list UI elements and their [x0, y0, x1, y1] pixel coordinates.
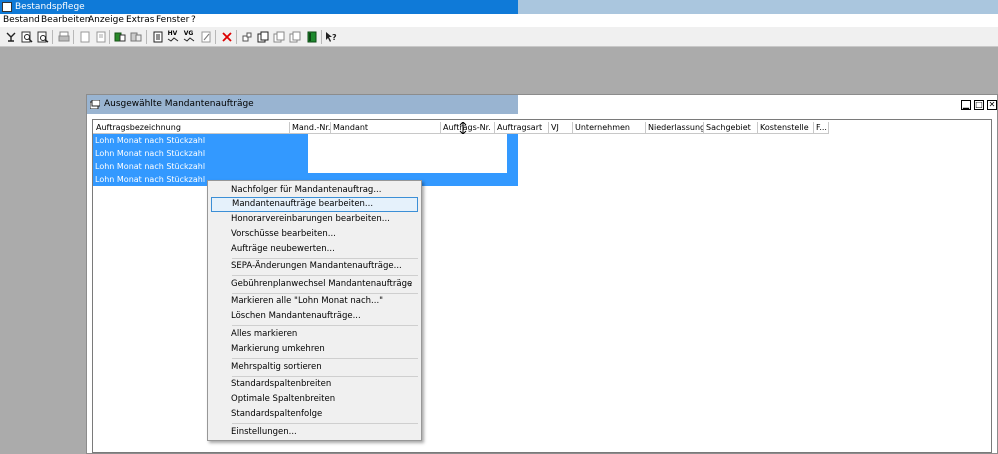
menu-fenster[interactable]: Fenster: [156, 15, 189, 26]
table-row[interactable]: Lohn Monat nach Stückzahl: [93, 160, 518, 173]
toolbar-separator: [73, 30, 74, 44]
toolbar-separator: [52, 30, 53, 44]
doc-icon[interactable]: [94, 30, 107, 43]
minimize-button[interactable]: ▁: [961, 100, 971, 110]
tree-icon[interactable]: [4, 30, 17, 43]
col-auftrags-nr[interactable]: Auftrags-Nr.: [441, 122, 495, 133]
toolbar-separator: [321, 30, 322, 44]
menu-item-neubewerten[interactable]: Aufträge neubewerten...: [211, 242, 418, 257]
col-niederlassung[interactable]: Niederlassung: [646, 122, 704, 133]
resize-cursor-icon: [459, 122, 467, 134]
svg-text:?: ?: [332, 33, 337, 42]
menu-bar: Bestand Bearbeiten Anzeige Extras Fenste…: [0, 14, 998, 27]
zoom-doc-icon[interactable]: [36, 30, 49, 43]
page-icon[interactable]: [151, 30, 164, 43]
menu-item-standardspaltenbreiten[interactable]: Standardspaltenbreiten: [211, 377, 418, 392]
toolbar-separator: [236, 30, 237, 44]
menu-item-sepa[interactable]: SEPA-Änderungen Mandantenaufträge...: [211, 259, 418, 274]
col-mandant[interactable]: Mandant: [331, 122, 441, 133]
window-app-icon: [90, 100, 100, 109]
copy3-icon[interactable]: [288, 30, 301, 43]
menu-item-optimale-spaltenbreiten[interactable]: Optimale Spaltenbreiten: [211, 392, 418, 407]
vg-icon[interactable]: VG: [182, 30, 195, 43]
menu-bestand[interactable]: Bestand: [3, 15, 40, 26]
close-button[interactable]: ✕: [987, 100, 997, 110]
print-icon[interactable]: [57, 30, 70, 43]
hv-icon[interactable]: HV: [166, 30, 179, 43]
submenu-arrow-icon: ›: [408, 280, 412, 289]
toolbar-separator: [146, 30, 147, 44]
menu-item-vorschuesse[interactable]: Vorschüsse bearbeiten...: [211, 227, 418, 242]
copy2-icon[interactable]: [272, 30, 285, 43]
copy-icon[interactable]: [256, 30, 269, 43]
maximize-button[interactable]: □: [974, 100, 984, 110]
app-title-bar: Bestandspflege: [0, 0, 998, 14]
menu-anzeige[interactable]: Anzeige: [88, 15, 124, 26]
menu-bearbeiten[interactable]: Bearbeiten: [41, 15, 90, 26]
cell-auftragsbezeichnung: Lohn Monat nach Stückzahl: [93, 160, 308, 173]
table-row[interactable]: Lohn Monat nach Stückzahl: [93, 134, 518, 147]
col-mand-nr[interactable]: Mand.-Nr.: [290, 122, 331, 133]
menu-separator: [232, 275, 418, 276]
col-kostenstelle[interactable]: Kostenstelle: [758, 122, 814, 133]
cell-auftragsbezeichnung: Lohn Monat nach Stückzahl: [93, 147, 308, 160]
menu-item-loeschen[interactable]: Löschen Mandantenaufträge...: [211, 309, 418, 324]
col-auftragsbezeichnung[interactable]: Auftragsbezeichnung: [94, 122, 290, 133]
menu-item-standardspaltenfolge[interactable]: Standardspaltenfolge: [211, 407, 418, 422]
window-title-bar[interactable]: Ausgewählte Mandantenaufträge ▁ □ ✕: [87, 95, 997, 114]
import-icon[interactable]: [129, 30, 142, 43]
context-menu: Nachfolger für Mandantenauftrag... Manda…: [207, 180, 422, 441]
new-doc-icon[interactable]: [78, 30, 91, 43]
app-icon: [2, 2, 12, 12]
menu-separator: [232, 423, 418, 424]
table-row[interactable]: Lohn Monat nach Stückzahl: [93, 147, 518, 160]
window-title: Ausgewählte Mandantenaufträge: [104, 99, 254, 109]
col-sachgebiet[interactable]: Sachgebiet: [704, 122, 758, 133]
menu-item-gebuehrenplanwechsel[interactable]: Gebührenplanwechsel Mandantenaufträge ›: [211, 277, 418, 292]
menu-item-markierung-umkehren[interactable]: Markierung umkehren: [211, 342, 418, 357]
help-icon[interactable]: ?: [325, 30, 338, 43]
menu-item-mandantenauftraege-bearbeiten[interactable]: Mandantenaufträge bearbeiten...: [211, 197, 418, 212]
delete-icon[interactable]: [220, 30, 233, 43]
col-f[interactable]: F...: [814, 122, 829, 133]
window-icon[interactable]: [240, 30, 253, 43]
menu-separator: [232, 358, 418, 359]
col-auftragsart[interactable]: Auftragsart: [495, 122, 549, 133]
menu-help[interactable]: ?: [191, 15, 196, 26]
menu-item-label: Gebührenplanwechsel Mandantenaufträge: [231, 279, 413, 289]
app-title: Bestandspflege: [15, 2, 85, 12]
cell-auftragsbezeichnung: Lohn Monat nach Stückzahl: [93, 134, 308, 147]
col-unternehmen[interactable]: Unternehmen: [573, 122, 646, 133]
menu-item-mehrspaltig-sortieren[interactable]: Mehrspaltig sortieren: [211, 360, 418, 375]
toolbar: HV VG ?: [0, 27, 998, 47]
col-vj[interactable]: VJ: [549, 122, 573, 133]
menu-separator: [232, 325, 418, 326]
menu-extras[interactable]: Extras: [126, 15, 154, 26]
menu-item-einstellungen[interactable]: Einstellungen...: [211, 425, 418, 440]
menu-item-honorarvereinbarungen[interactable]: Honorarvereinbarungen bearbeiten...: [211, 212, 418, 227]
menu-item-nachfolger[interactable]: Nachfolger für Mandantenauftrag...: [211, 183, 418, 198]
menu-item-alles-markieren[interactable]: Alles markieren: [211, 327, 418, 342]
export-icon[interactable]: [113, 30, 126, 43]
toolbar-separator: [215, 30, 216, 44]
toolbar-separator: [109, 30, 110, 44]
zoom-icon[interactable]: [20, 30, 33, 43]
edit-icon[interactable]: [199, 30, 212, 43]
book-icon[interactable]: [305, 30, 318, 43]
menu-item-markieren-alle[interactable]: Markieren alle "Lohn Monat nach...": [211, 294, 418, 309]
